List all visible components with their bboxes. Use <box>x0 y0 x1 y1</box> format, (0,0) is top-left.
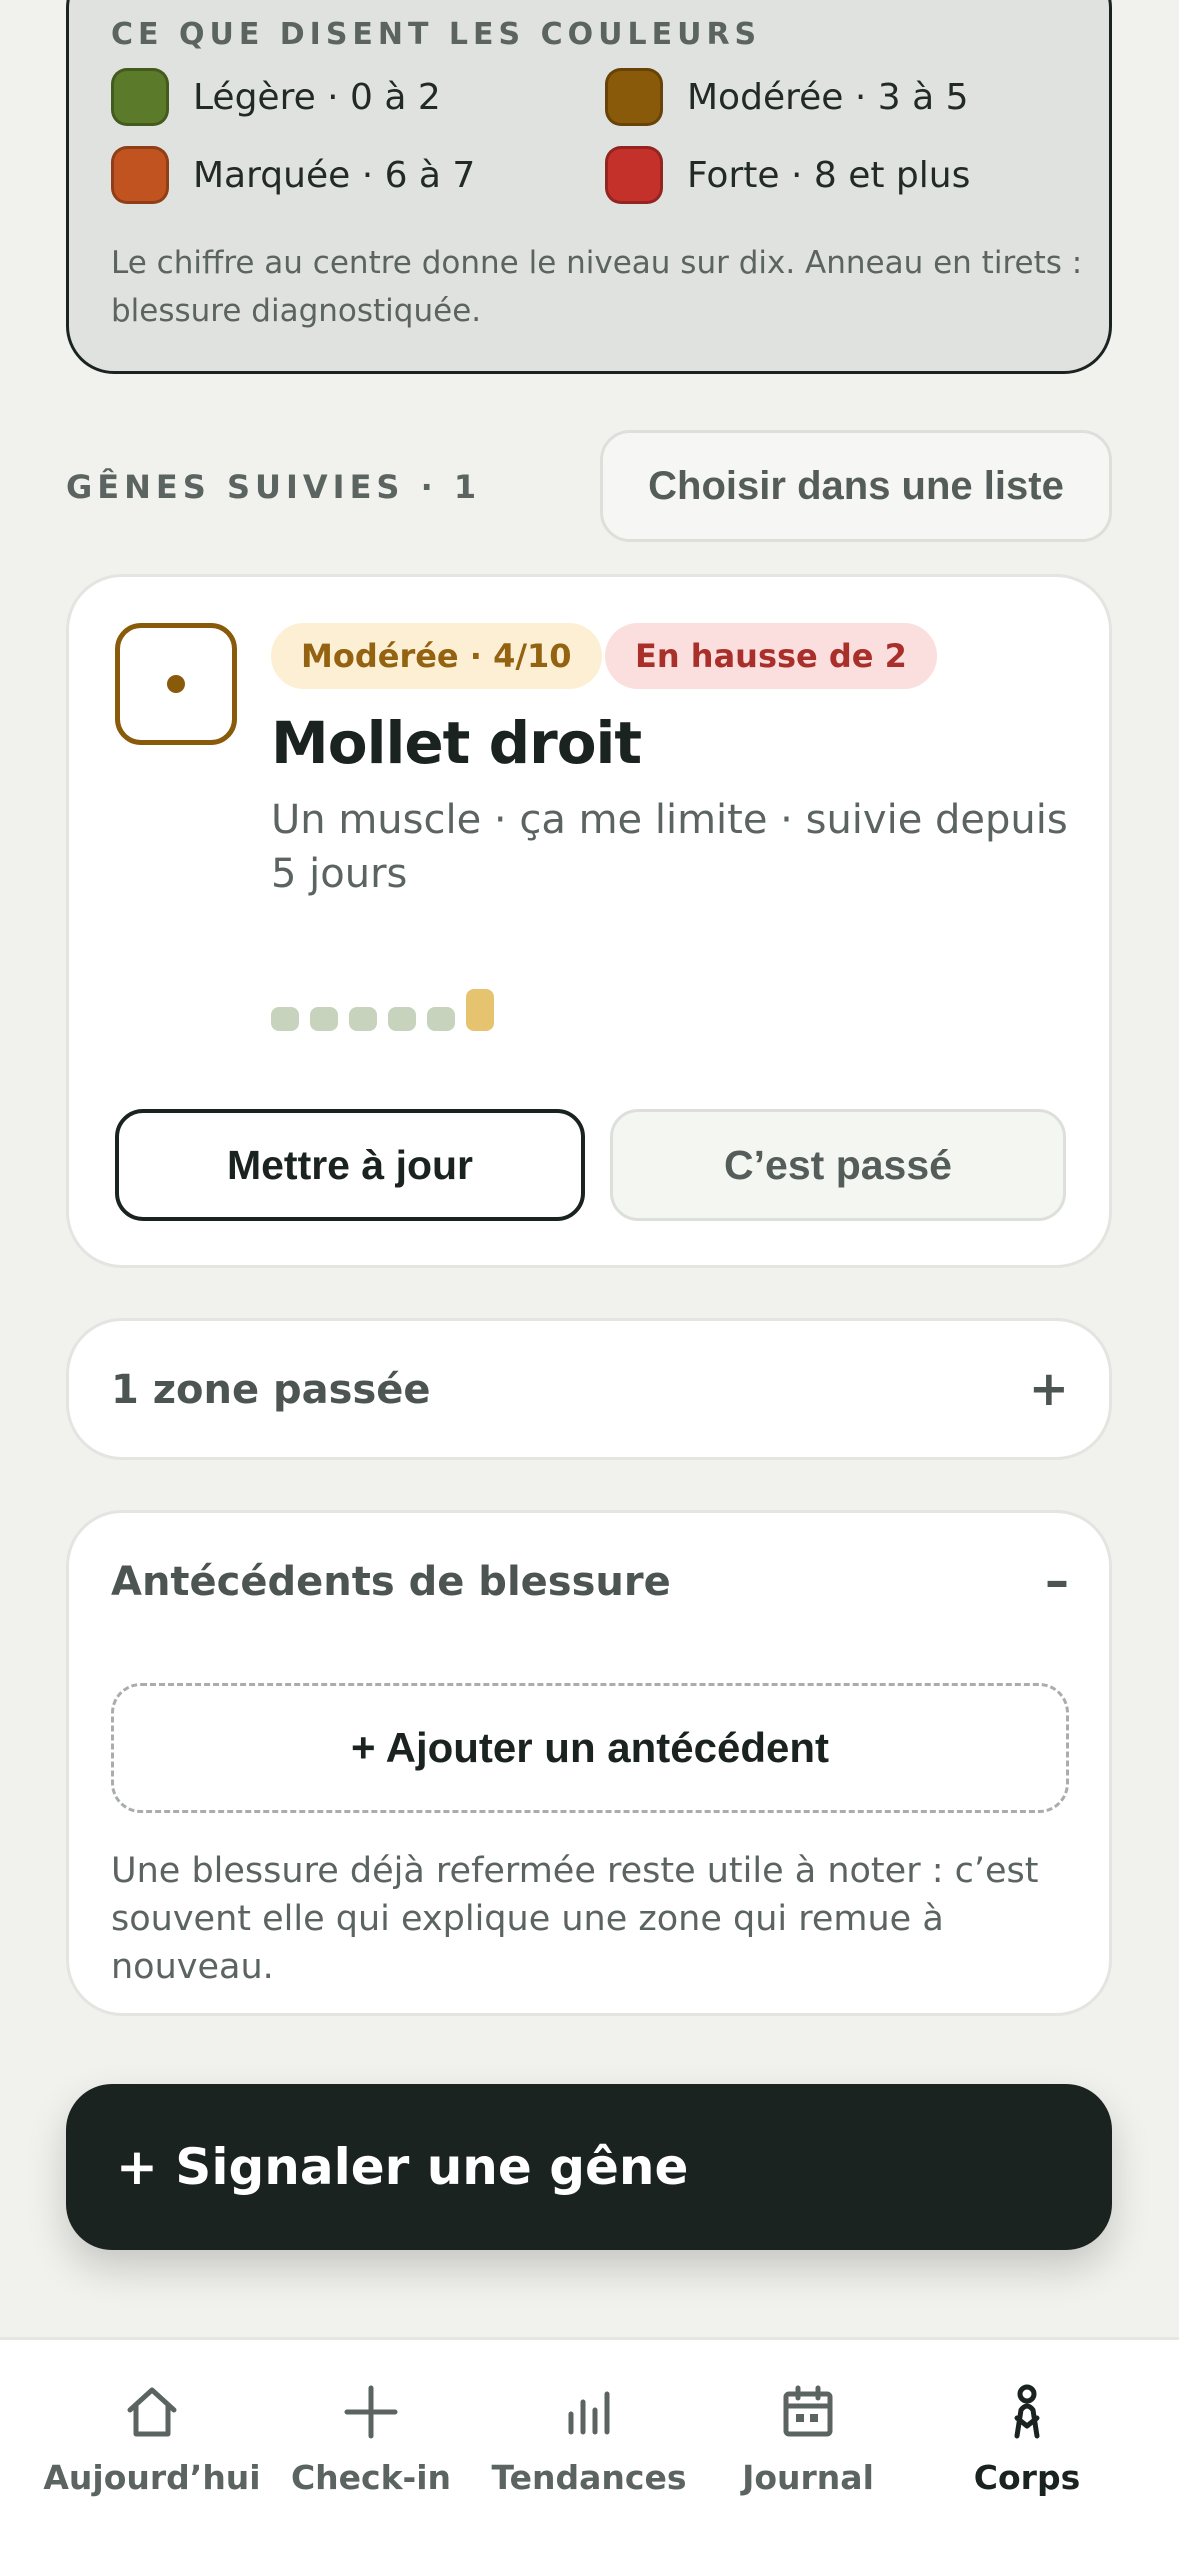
severity-legend-card: CE QUE DISENT LES COULEURS Légère · 0 à … <box>66 0 1112 374</box>
nav-label: Corps <box>973 2458 1081 2497</box>
history-bar <box>349 1007 377 1031</box>
nav-item-trends[interactable]: Tendances <box>479 2380 699 2520</box>
legend-item-moderate: Modérée · 3 à 5 <box>605 67 968 127</box>
choose-from-list-button[interactable]: Choisir dans une liste <box>600 430 1112 542</box>
report-discomfort-button[interactable]: + Signaler une gêne <box>66 2084 1112 2250</box>
collapse-icon[interactable]: – <box>1045 1553 1069 1609</box>
severity-history-sparkline <box>271 989 494 1031</box>
past-zones-title: 1 zone passée <box>111 1367 431 1413</box>
legend-swatch-light <box>111 68 169 126</box>
legend-swatch-moderate <box>605 68 663 126</box>
bottom-nav: Aujourd’hui Check-in Tendances Journal C… <box>0 2337 1179 2556</box>
severity-indicator <box>115 623 237 745</box>
expand-icon[interactable]: + <box>1029 1361 1069 1417</box>
nav-item-journal[interactable]: Journal <box>698 2380 918 2520</box>
nav-item-body[interactable]: Corps <box>917 2380 1137 2520</box>
tracked-zone-card[interactable]: Modérée · 4/10 En hausse de 2 Mollet dro… <box>66 574 1112 1268</box>
legend-title: CE QUE DISENT LES COULEURS <box>111 17 762 52</box>
bar-chart-icon <box>568 2391 610 2435</box>
nav-item-checkin[interactable]: Check-in <box>261 2380 481 2520</box>
tracked-section-title: GÊNES SUIVIES · 1 <box>66 468 482 506</box>
legend-item-strong: Forte · 8 et plus <box>605 145 970 205</box>
nav-label: Tendances <box>491 2458 687 2497</box>
body-icon <box>1014 2384 1040 2439</box>
trend-badge: En hausse de 2 <box>605 623 937 689</box>
legend-label: Légère · 0 à 2 <box>193 76 441 118</box>
legend-swatch-strong <box>605 146 663 204</box>
legend-label: Modérée · 3 à 5 <box>687 76 969 118</box>
legend-note: Le chiffre au centre donne le niveau sur… <box>111 245 1083 329</box>
history-bar <box>388 1007 416 1031</box>
add-history-button[interactable]: + Ajouter un antécédent <box>111 1683 1069 1813</box>
legend-swatch-marked <box>111 146 169 204</box>
nav-label: Check-in <box>290 2458 452 2497</box>
severity-badge: Modérée · 4/10 <box>271 623 602 689</box>
nav-item-today[interactable]: Aujourd’hui <box>42 2380 262 2520</box>
legend-item-light: Légère · 0 à 2 <box>111 67 441 127</box>
history-bar <box>310 1007 338 1031</box>
zone-name: Mollet droit <box>271 709 642 777</box>
zone-meta: Un muscle · ça me limite · suivie depuis… <box>271 797 1068 897</box>
history-bar <box>271 1007 299 1031</box>
injury-history-title[interactable]: Antécédents de blessure <box>111 1559 671 1605</box>
injury-history-note: Une blessure déjà refermée reste utile à… <box>111 1851 1039 1987</box>
mark-passed-button[interactable]: C’est passé <box>610 1109 1066 1221</box>
update-button[interactable]: Mettre à jour <box>115 1109 585 1221</box>
injury-history-section: Antécédents de blessure – + Ajouter un a… <box>66 1510 1112 2016</box>
history-bar <box>427 1007 455 1031</box>
calendar-icon <box>783 2385 833 2437</box>
nav-label: Aujourd’hui <box>43 2458 261 2497</box>
legend-label: Forte · 8 et plus <box>687 154 971 196</box>
home-icon <box>127 2387 177 2437</box>
history-bar <box>466 989 494 1031</box>
legend-item-marked: Marquée · 6 à 7 <box>111 145 475 205</box>
nav-label: Journal <box>742 2458 874 2497</box>
legend-label: Marquée · 6 à 7 <box>193 154 476 196</box>
severity-dot <box>167 675 185 693</box>
plus-icon <box>344 2385 398 2439</box>
past-zones-section[interactable]: 1 zone passée + <box>66 1318 1112 1460</box>
